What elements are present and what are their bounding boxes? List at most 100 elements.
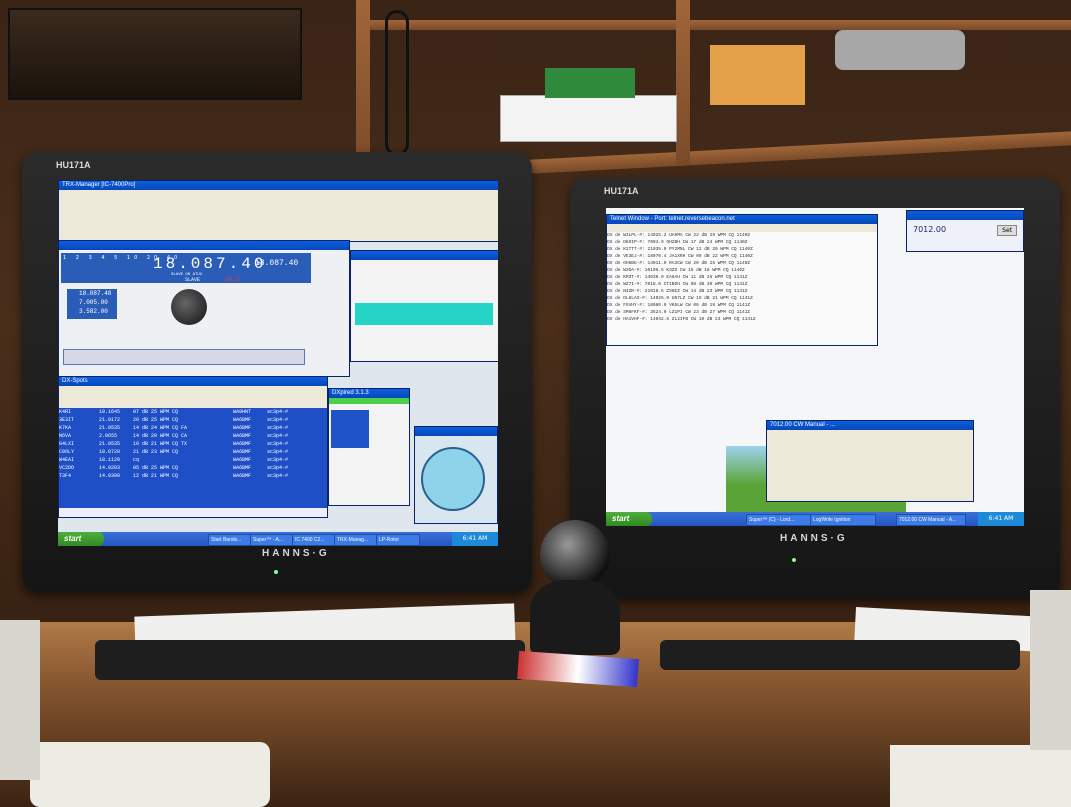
left-model-label: HU171A bbox=[56, 160, 91, 170]
freq-stack-item[interactable]: 7.005.00 bbox=[79, 299, 108, 306]
cable bbox=[385, 10, 409, 156]
left-speaker bbox=[0, 620, 40, 780]
spot-row[interactable]: 3E3IT 21.0172 20 dB 25 WPM CQ WA6BMF sc3p4-# bbox=[59, 416, 327, 424]
spot-list-toolbar bbox=[59, 386, 327, 408]
spot-list-window[interactable]: DX-Spots K4RI 18.1645 07 dB 25 WPM CQ WA9HN… bbox=[58, 376, 328, 518]
right-brand-logo: HANNS·G bbox=[780, 533, 848, 544]
radio-control-window[interactable]: 1 2 3 4 5 10 20 40 18.087.40 18.087.40 S… bbox=[58, 240, 350, 377]
left-monitor: HU171A TRX-Manager [IC-7400Pro] 1 2 3 4 … bbox=[22, 152, 532, 592]
side-panel-window[interactable]: 7012.00 Set bbox=[906, 210, 1024, 252]
telnet-line: DX de DK9IP-#: 7004.9 OH2BH CW 17 dB 24 … bbox=[607, 240, 748, 245]
cw-manual-title: 7012.00 CW Manual - ... bbox=[767, 421, 973, 430]
telnet-line: DX de OH6BG-#: 14011.0 RA3CW CW 20 dB 25… bbox=[607, 261, 751, 266]
taskbar-button[interactable]: Super™ - A... bbox=[250, 534, 294, 546]
spot-row[interactable]: N6VA 2.0655 14 dB 20 WPM CQ CA WA6BMF sc3p4-… bbox=[59, 432, 327, 440]
telephone bbox=[30, 742, 270, 807]
blue-square bbox=[331, 410, 369, 448]
telnet-line: DX de KM3T-#: 14030.0 EA8AH CW 11 dB 26 … bbox=[607, 275, 748, 280]
tuning-knob[interactable] bbox=[171, 289, 207, 325]
slave-label: SLAVE bbox=[185, 277, 201, 283]
freq-panel: 1 2 3 4 5 10 20 40 18.087.40 18.087.40 S… bbox=[61, 253, 311, 283]
taskbar-clock: 6:41 AM bbox=[978, 512, 1024, 526]
telnet-line: DX de K1TTT-#: 21035.0 PY2MNL CW 12 dB 2… bbox=[607, 247, 753, 252]
spot-row[interactable]: W4EAI 18.1120 cq WA6BMF sc3p4-# bbox=[59, 456, 327, 464]
telnet-line: DX de N4ZR-#: 21018.5 ZS6EZ CW 14 dB 23 … bbox=[607, 289, 748, 294]
lp-rotor-window[interactable] bbox=[414, 426, 498, 524]
telnet-title: Telnet Window - Port: telnet.reversebeac… bbox=[607, 215, 877, 224]
trx-manager-window[interactable]: TRX-Manager [IC-7400Pro] bbox=[58, 180, 498, 242]
radio-control-title bbox=[59, 241, 349, 250]
right-power-led bbox=[792, 558, 796, 562]
webcam-base bbox=[530, 580, 620, 655]
band-button[interactable]: 3 bbox=[89, 255, 96, 261]
spot-row[interactable]: K4RI 18.1645 07 dB 25 WPM CQ WA9HNT sc3p4-# bbox=[59, 408, 327, 416]
spot-row[interactable]: C06LY 18.0720 21 dB 23 WPM CQ WA6BMF sc3p4-# bbox=[59, 448, 327, 456]
split-label: SPLIT bbox=[225, 277, 241, 283]
taskbar-button[interactable]: 7012.00 CW Manual - A... bbox=[896, 514, 966, 526]
shelf-upright-middle bbox=[676, 0, 690, 165]
side-panel-title bbox=[907, 211, 1023, 220]
left-screen: TRX-Manager [IC-7400Pro] 1 2 3 4 5 10 20… bbox=[58, 180, 498, 546]
telnet-line: DX de F5VHY-#: 18080.0 VK6LW CW 06 dB 19… bbox=[607, 303, 751, 308]
band-button[interactable]: 10 bbox=[127, 255, 141, 261]
dxpired-title: DXpired 3.1.3 bbox=[329, 389, 409, 398]
aquarium bbox=[8, 8, 302, 100]
scale-bar[interactable] bbox=[63, 349, 305, 365]
toolbar bbox=[59, 190, 498, 220]
telnet-line: DX de W3OA-#: 10106.5 K3ZO CW 15 dB 18 W… bbox=[607, 268, 745, 273]
right-model-label: HU171A bbox=[604, 186, 639, 196]
freq-stack-item[interactable]: 3.582.00 bbox=[79, 308, 108, 315]
printer bbox=[890, 745, 1071, 807]
tuner-window[interactable] bbox=[350, 250, 498, 362]
right-taskbar: start Super™ (C) - Lord... LogWrite Igni… bbox=[606, 512, 1024, 526]
side-clock: 7012.00 bbox=[913, 225, 947, 234]
tuner-title bbox=[351, 251, 498, 260]
taskbar-button[interactable]: IC 7400 C2... bbox=[292, 534, 336, 546]
taskbar-clock: 6:41 AM bbox=[452, 532, 498, 546]
freq-stack-item[interactable]: 18.087.40 bbox=[79, 290, 111, 297]
taskbar-button[interactable]: LogWrite Ignition bbox=[810, 514, 876, 526]
telnet-line: DX de W3LPL-#: 14025.2 UA9MA CW 22 dB 29… bbox=[607, 233, 751, 238]
left-taskbar: start Start Bands... Super™ - A... IC 74… bbox=[58, 532, 498, 546]
telnet-line: DX de SM6FKF-#: 3524.0 LZ1PJ CW 23 dB 27… bbox=[607, 310, 751, 315]
left-power-led bbox=[274, 570, 278, 574]
rotor-compass[interactable] bbox=[421, 447, 485, 511]
spot-list-title: DX-Spots bbox=[59, 377, 327, 386]
green-bar bbox=[329, 398, 409, 404]
keyboard-right bbox=[660, 640, 1020, 670]
telnet-line: DX de HA1VHF-#: 14042.5 ZL2IFB CW 10 dB … bbox=[607, 317, 756, 322]
taskbar-button[interactable]: TRX-Manag... bbox=[334, 534, 378, 546]
right-monitor: HU171A Telnet Window - Port: telnet.reve… bbox=[570, 178, 1060, 598]
white-box bbox=[500, 95, 677, 142]
keyboard-left bbox=[95, 640, 525, 680]
telnet-output: DX de W3LPL-#: 14025.2 UA9MA CW 22 dB 29… bbox=[607, 232, 877, 323]
spot-row[interactable]: K7KA 21.0535 14 dB 24 WPM CQ FA WA6BMF sc3p4… bbox=[59, 424, 327, 432]
start-button[interactable]: start bbox=[58, 532, 104, 546]
telnet-window[interactable]: Telnet Window - Port: telnet.reversebeac… bbox=[606, 214, 878, 346]
orange-box bbox=[710, 45, 805, 105]
band-button[interactable]: 5 bbox=[114, 255, 121, 261]
telnet-line: DX de VE3EJ-#: 18070.4 JA1XRH CW 09 dB 2… bbox=[607, 254, 753, 259]
left-brand-logo: HANNS·G bbox=[262, 548, 330, 559]
trx-manager-title: TRX-Manager [IC-7400Pro] bbox=[59, 181, 498, 190]
cyan-info-panel bbox=[355, 303, 493, 325]
green-box bbox=[545, 68, 635, 98]
telnet-toolbar bbox=[607, 224, 877, 232]
band-button[interactable]: 2 bbox=[76, 255, 83, 261]
taskbar-button[interactable]: LP-Rotor bbox=[376, 534, 420, 546]
spot-row[interactable]: T3F4 14.0300 12 dB 21 WPM CQ WA6BMF sc3p4-# bbox=[59, 472, 327, 480]
right-screen: Telnet Window - Port: telnet.reversebeac… bbox=[606, 208, 1024, 526]
taskbar-button[interactable]: Start Bands... bbox=[208, 534, 252, 546]
dxpired-window[interactable]: DXpired 3.1.3 bbox=[328, 388, 410, 506]
telnet-line: DX de WZ7I-#: 7018.0 CT1BOH CW 08 dB 30 … bbox=[607, 282, 748, 287]
spot-list: K4RI 18.1645 07 dB 25 WPM CQ WA9HNT sc3p4-# … bbox=[59, 408, 327, 508]
band-button[interactable]: 4 bbox=[101, 255, 108, 261]
spot-row[interactable]: G4LXI 21.0535 10 dB 21 WPM CQ TX WA6BMF sc3p… bbox=[59, 440, 327, 448]
set-button[interactable]: Set bbox=[997, 225, 1017, 236]
taskbar-button[interactable]: Super™ (C) - Lord... bbox=[746, 514, 812, 526]
sub-frequency: 18.087.40 bbox=[255, 259, 299, 268]
spot-row[interactable]: VC2DO 14.0203 05 dB 25 WPM CQ WA6BMF sc3p4-# bbox=[59, 464, 327, 472]
band-button[interactable]: 1 bbox=[63, 255, 70, 261]
right-speaker bbox=[1030, 590, 1071, 750]
cw-manual-dialog[interactable]: 7012.00 CW Manual - ... bbox=[766, 420, 974, 502]
